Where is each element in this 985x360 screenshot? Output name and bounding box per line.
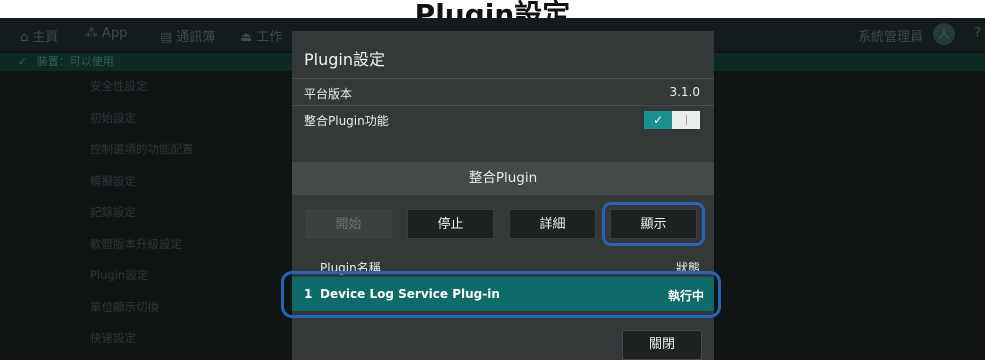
- jobs-icon: ⏏: [240, 30, 253, 45]
- menu-item-emulation[interactable]: 模擬設定: [90, 166, 290, 198]
- platform-version-value: 3.1.0: [669, 85, 700, 99]
- integration-section-header: 整合Plugin: [292, 162, 714, 195]
- menu-item-quick-settings[interactable]: 快速設定: [90, 323, 290, 355]
- nav-jobs[interactable]: ⏏ 工作: [240, 26, 282, 45]
- start-button[interactable]: 開始: [305, 209, 392, 239]
- dialog-title: Plugin設定: [304, 50, 385, 69]
- home-icon: ⌂: [20, 30, 29, 45]
- help-icon[interactable]: ?: [974, 26, 981, 41]
- nav-home-label: 主頁: [32, 30, 59, 45]
- settings-menu: 安全性設定 初始設定 控制選項的功能配置 模擬設定 記錄設定 軟體版本升級設定 …: [90, 71, 290, 355]
- menu-item-unit-display[interactable]: 單位顯示切換: [90, 292, 290, 324]
- details-button[interactable]: 詳細: [509, 209, 596, 239]
- menu-item-control-options[interactable]: 控制選項的功能配置: [90, 134, 290, 166]
- integration-row: 整合Plugin功能 ✓: [292, 105, 714, 132]
- close-button[interactable]: 關閉: [622, 330, 702, 360]
- apps-icon: ⁂: [85, 26, 98, 41]
- plugin-row-highlight: [281, 271, 721, 318]
- menu-item-initial[interactable]: 初始設定: [90, 103, 290, 135]
- toggle-off-marker: [686, 115, 687, 125]
- menu-item-log[interactable]: 記錄設定: [90, 197, 290, 229]
- user-name: 系統管理員: [857, 30, 923, 45]
- menu-item-security[interactable]: 安全性設定: [90, 71, 290, 103]
- integration-label: 整合Plugin功能: [304, 114, 389, 128]
- platform-version-label: 平台版本: [304, 87, 353, 101]
- integration-toggle[interactable]: ✓: [644, 111, 700, 129]
- user-avatar-icon[interactable]: 人: [933, 23, 955, 45]
- nav-address-book[interactable]: ▤ 通訊簿: [160, 26, 215, 45]
- toggle-check-icon: ✓: [644, 111, 672, 129]
- platform-version-row: 平台版本 3.1.0: [292, 78, 714, 105]
- nav-address-book-label: 通訊簿: [176, 30, 216, 45]
- display-button-highlight: [602, 202, 705, 246]
- nav-home[interactable]: ⌂ 主頁: [20, 26, 58, 45]
- menu-item-plugin[interactable]: Plugin設定: [90, 260, 290, 292]
- device-status-text: 裝置：可以使用: [36, 55, 114, 68]
- plugin-settings-dialog: Plugin設定 平台版本 3.1.0 整合Plugin功能 ✓ 整合Plugi…: [281, 31, 721, 360]
- address-book-icon: ▤: [160, 30, 173, 45]
- nav-app-label: App: [102, 26, 128, 41]
- check-icon: ✓: [18, 55, 28, 68]
- stop-button[interactable]: 停止: [407, 209, 494, 239]
- menu-item-software-upgrade[interactable]: 軟體版本升級設定: [90, 229, 290, 261]
- nav-jobs-label: 工作: [256, 30, 283, 45]
- nav-app[interactable]: ⁂ App: [85, 26, 127, 41]
- device-screen: ⌂ 主頁 ⁂ App ▤ 通訊簿 ⏏ 工作 系統管理員 人 ? ✓ 裝置：可以使用 安全…: [0, 18, 985, 360]
